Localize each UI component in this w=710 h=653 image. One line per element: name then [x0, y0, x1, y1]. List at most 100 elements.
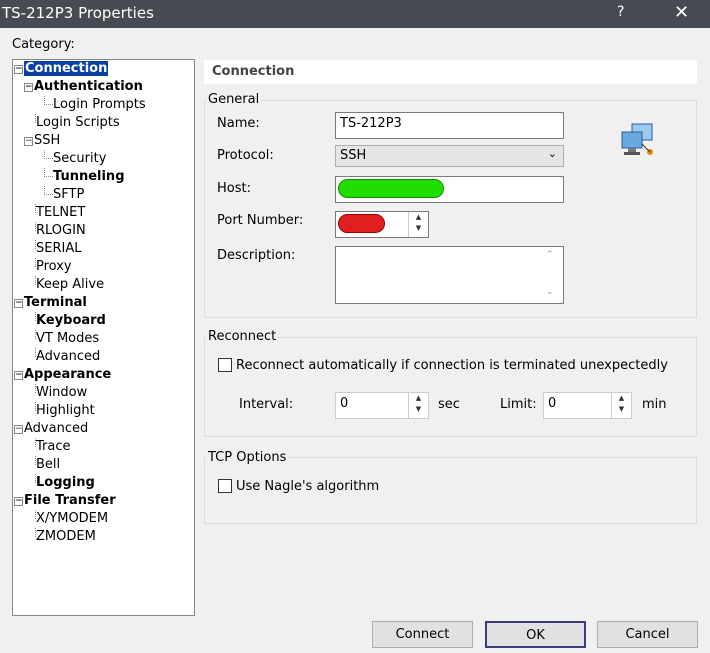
- ok-button[interactable]: OK: [485, 621, 586, 648]
- tree-item-label: File Transfer: [24, 493, 116, 508]
- port-input[interactable]: ▲ ▼: [335, 211, 429, 238]
- general-label: General: [206, 92, 262, 107]
- tree-item-label: Advanced: [24, 421, 89, 436]
- tree-item-label: Appearance: [24, 367, 112, 382]
- tree-item-label: Connection: [24, 61, 109, 76]
- tree-item-label: Window: [36, 385, 88, 400]
- tree-item-label: SERIAL: [36, 241, 82, 256]
- tree-item[interactable]: Logging: [35, 474, 95, 492]
- tree-item[interactable]: Bell: [35, 456, 60, 474]
- tree-item[interactable]: Login Prompts: [44, 96, 146, 114]
- limit-value: 0: [548, 396, 557, 411]
- panel-title: Connection: [204, 60, 697, 84]
- reconnect-label: Reconnect: [206, 329, 279, 344]
- tree-item[interactable]: Proxy: [35, 258, 72, 276]
- tree-item[interactable]: RLOGIN: [35, 222, 86, 240]
- port-spinner[interactable]: ▲ ▼: [408, 212, 428, 237]
- tree-item-label: Proxy: [36, 259, 72, 274]
- tree-item-label: Trace: [36, 439, 71, 454]
- name-label: Name:: [217, 116, 260, 131]
- reconnect-checkbox[interactable]: [218, 358, 232, 372]
- limit-unit: min: [642, 397, 667, 412]
- tree-item[interactable]: Security: [44, 150, 106, 168]
- category-tree[interactable]: − Connection −Authentication Login Prompts L…: [12, 59, 195, 616]
- connect-button[interactable]: Connect: [372, 621, 473, 648]
- tree-item[interactable]: −Authentication: [24, 78, 143, 96]
- tree-item-label: Security: [53, 151, 107, 166]
- tree-item[interactable]: Login Scripts: [35, 114, 120, 132]
- tree-item[interactable]: SFTP: [44, 186, 84, 204]
- reconnect-group: [204, 337, 697, 437]
- tree-item[interactable]: − Connection: [14, 60, 109, 78]
- title-bar: TS-212P3 Properties ? ✕: [0, 0, 710, 28]
- tree-item[interactable]: Window: [35, 384, 87, 402]
- tree-item[interactable]: Advanced: [35, 348, 100, 366]
- tree-item-label: Keyboard: [36, 313, 106, 328]
- tree-item[interactable]: X/YMODEM: [35, 510, 108, 528]
- scroll-up-icon[interactable]: ⌃: [546, 250, 554, 260]
- category-label: Category:: [12, 37, 75, 52]
- tree-item-label: Login Scripts: [36, 115, 120, 130]
- description-input[interactable]: [335, 246, 564, 304]
- limit-spinner[interactable]: ▲ ▼: [611, 393, 631, 418]
- interval-label: Interval:: [239, 397, 294, 412]
- collapse-icon[interactable]: −: [14, 65, 23, 74]
- tree-item[interactable]: −Appearance: [14, 366, 111, 384]
- tree-item-label: Keep Alive: [36, 277, 105, 292]
- tree-item-label: Bell: [36, 457, 61, 472]
- network-computers-icon: [620, 122, 660, 160]
- name-input[interactable]: TS-212P3: [335, 112, 564, 139]
- tree-item[interactable]: −SSH: [24, 132, 60, 150]
- interval-value: 0: [340, 396, 349, 411]
- tree-item-label: Login Prompts: [53, 97, 146, 112]
- interval-input[interactable]: 0 ▲ ▼: [335, 392, 429, 419]
- tree-item[interactable]: Trace: [35, 438, 71, 456]
- tree-item[interactable]: Keyboard: [35, 312, 106, 330]
- port-label: Port Number:: [217, 213, 304, 228]
- tree-line: [44, 168, 53, 177]
- collapse-icon[interactable]: −: [24, 83, 33, 92]
- description-label: Description:: [217, 248, 296, 263]
- tree-item[interactable]: Tunneling: [44, 168, 125, 186]
- interval-unit: sec: [438, 397, 460, 412]
- scroll-down-icon[interactable]: ⌄: [546, 287, 554, 297]
- tree-item-label: Authentication: [34, 79, 143, 94]
- tcp-label: TCP Options: [206, 450, 289, 465]
- tree-line: [44, 186, 53, 195]
- protocol-select[interactable]: SSH ⌄: [335, 145, 564, 167]
- help-button[interactable]: ?: [617, 4, 624, 20]
- collapse-icon[interactable]: −: [14, 425, 23, 434]
- tree-item[interactable]: SERIAL: [35, 240, 81, 258]
- close-button[interactable]: ✕: [674, 2, 689, 23]
- tree-item[interactable]: −Advanced: [14, 420, 88, 438]
- tree-item[interactable]: VT Modes: [35, 330, 99, 348]
- tree-item-label: TELNET: [36, 205, 86, 220]
- collapse-icon[interactable]: −: [14, 371, 23, 380]
- tree-item-label: Tunneling: [53, 169, 125, 184]
- tree-item[interactable]: −Terminal: [14, 294, 87, 312]
- interval-spinner[interactable]: ▲ ▼: [408, 393, 428, 418]
- tree-item[interactable]: TELNET: [35, 204, 85, 222]
- reconnect-checkbox-label: Reconnect automatically if connection is…: [236, 358, 668, 373]
- port-redaction: [338, 214, 385, 233]
- tree-item-label: X/YMODEM: [36, 511, 109, 526]
- protocol-label: Protocol:: [217, 148, 274, 163]
- tree-item-label: RLOGIN: [36, 223, 86, 238]
- tree-item[interactable]: −File Transfer: [14, 492, 116, 510]
- tree-item[interactable]: Keep Alive: [35, 276, 104, 294]
- collapse-icon[interactable]: −: [14, 497, 23, 506]
- collapse-icon[interactable]: −: [24, 137, 33, 146]
- chevron-down-icon: ⌄: [547, 147, 557, 160]
- tree-item-label: Logging: [36, 475, 95, 490]
- window-title: TS-212P3 Properties: [2, 4, 154, 22]
- tree-item[interactable]: ZMODEM: [35, 528, 96, 546]
- limit-input[interactable]: 0 ▲ ▼: [543, 392, 632, 419]
- tree-item-label: Terminal: [24, 295, 87, 310]
- tree-item-label: SSH: [34, 133, 61, 148]
- tree-item[interactable]: Highlight: [35, 402, 95, 420]
- collapse-icon[interactable]: −: [14, 299, 23, 308]
- host-input[interactable]: [335, 176, 564, 203]
- cancel-button[interactable]: Cancel: [597, 621, 698, 648]
- nagle-checkbox[interactable]: [218, 479, 232, 493]
- tree-line: [44, 96, 53, 105]
